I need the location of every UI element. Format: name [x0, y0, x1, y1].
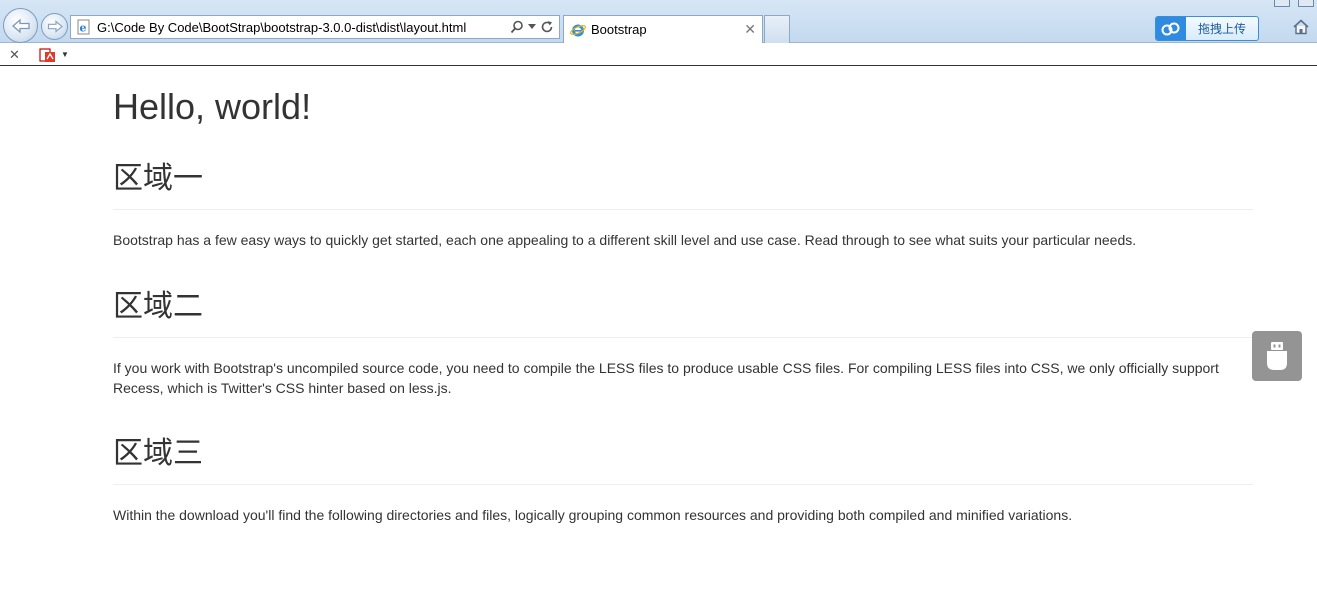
refresh-icon[interactable]	[540, 20, 554, 34]
section-heading: 区域一	[113, 161, 1253, 210]
usb-float-button[interactable]	[1252, 331, 1302, 381]
ie-page-icon: e	[74, 17, 94, 37]
cloud-upload-icon	[1156, 17, 1186, 40]
address-input[interactable]	[94, 17, 510, 37]
address-bar[interactable]: e	[70, 15, 560, 39]
back-button[interactable]	[3, 8, 38, 43]
section-text: If you work with Bootstrap's uncompiled …	[113, 360, 1219, 396]
dropdown-arrow-icon[interactable]: ▼	[61, 50, 69, 59]
restore-window-button[interactable]	[1274, 0, 1290, 7]
search-icon[interactable]	[510, 20, 524, 34]
upload-label: 拖拽上传	[1197, 22, 1246, 36]
forward-arrow-icon	[47, 20, 63, 33]
dropdown-arrow-icon[interactable]	[528, 24, 536, 30]
tab-bootstrap[interactable]: Bootstrap ✕	[563, 15, 763, 43]
pdf-convert-button[interactable]: ▼	[39, 47, 69, 63]
section-text: Bootstrap has a few easy ways to quickly…	[113, 232, 1137, 248]
ie-logo-icon	[570, 24, 586, 36]
back-arrow-icon	[11, 18, 30, 33]
maximize-window-button[interactable]	[1298, 0, 1314, 7]
page-title: Hello, world!	[113, 86, 312, 127]
section-one: 区域一 Bootstrap has a few easy ways to qui…	[113, 161, 1253, 250]
page-content: Hello, world! 区域一 Bootstrap has a few ea…	[113, 67, 1253, 525]
section-heading: 区域三	[113, 436, 1253, 485]
home-icon[interactable]	[1292, 18, 1310, 36]
pdf-convert-icon	[39, 47, 55, 62]
new-tab-button[interactable]	[764, 15, 790, 43]
usb-drive-icon	[1267, 342, 1287, 370]
svg-text:e: e	[80, 22, 87, 35]
command-bar: ✕ ▼	[0, 44, 1317, 66]
section-heading: 区域二	[113, 289, 1253, 338]
section-three: 区域三 Within the download you'll find the …	[113, 436, 1253, 525]
section-text: Within the download you'll find the foll…	[113, 507, 1073, 523]
tab-title: Bootstrap	[591, 22, 647, 37]
browser-toolbar: e Bootstrap ✕	[0, 0, 1317, 43]
close-tab-icon[interactable]: ✕	[744, 21, 756, 38]
forward-button[interactable]	[41, 13, 68, 40]
drag-upload-button[interactable]: 拖拽上传	[1155, 16, 1259, 41]
close-icon[interactable]: ✕	[9, 47, 21, 63]
section-two: 区域二 If you work with Bootstrap's uncompi…	[113, 289, 1253, 398]
